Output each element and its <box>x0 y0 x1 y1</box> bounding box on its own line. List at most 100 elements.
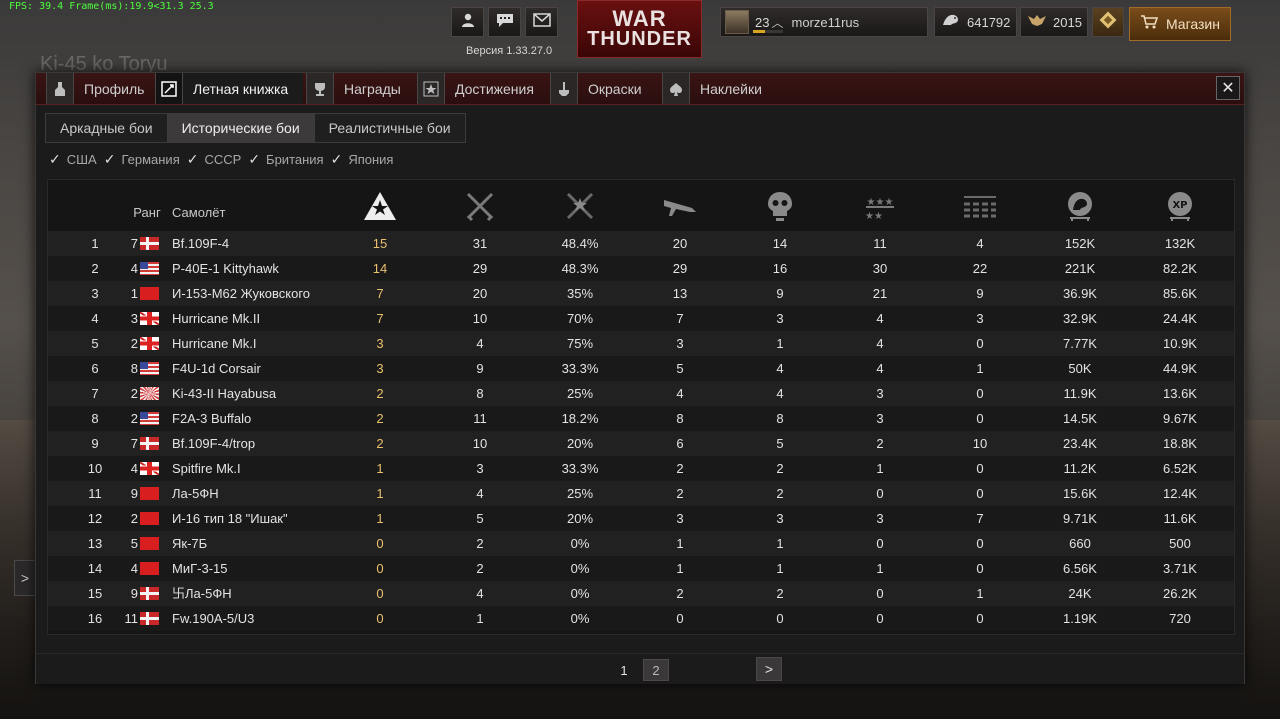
next-page-button[interactable]: > <box>756 657 782 681</box>
chat-button[interactable] <box>488 7 521 37</box>
cart-icon <box>1140 14 1159 34</box>
row-victories: 1 <box>376 511 384 526</box>
row-win-rate: 20% <box>566 436 594 451</box>
row-xp: 132K <box>1164 236 1196 251</box>
table-row[interactable]: 16 11 Fw.190A-5/U3 0 1 0% 0 0 0 0 1.19K 720 <box>48 606 1234 631</box>
row-rank: 7 <box>130 236 138 251</box>
silver-lions-icon[interactable] <box>1060 188 1100 224</box>
row-victories: 0 <box>376 586 384 601</box>
table-row[interactable]: 11 9 Ла-5ФН 1 4 25% 2 2 0 0 15.6K 12.4K <box>48 481 1234 506</box>
win-rate-icon[interactable] <box>560 188 600 224</box>
row-rank: 4 <box>130 261 138 276</box>
table-row[interactable]: 13 5 Як-7Б 0 2 0% 1 1 0 0 660 500 <box>48 531 1234 556</box>
filter-britain[interactable]: ✓ Британия <box>248 151 323 168</box>
filter-usa[interactable]: ✓ США <box>49 151 97 168</box>
ussr-flag-icon <box>140 512 159 525</box>
row-rank: 2 <box>130 511 138 526</box>
table-row[interactable]: 9 7 Bf.109F-4/trop 2 10 20% 6 5 2 10 23.4K 18.8K <box>48 431 1234 456</box>
filter-germany[interactable]: ✓ Германия <box>104 151 180 168</box>
table-row[interactable]: 4 3 Hurricane Mk.II 7 10 70% 7 3 4 3 32.9K 24.4K <box>48 306 1234 331</box>
table-row[interactable]: 2 4 P-40E-1 Kittyhawk 14 29 48.3% 29 16 30 22 221K… <box>48 256 1234 281</box>
silver-lions-balance[interactable]: 641792 <box>934 7 1017 37</box>
mode-historical[interactable]: Исторические бои <box>167 114 315 142</box>
mail-button[interactable] <box>525 7 558 37</box>
row-ground-kills: 3 <box>876 386 884 401</box>
tab-awards[interactable]: Награды <box>306 73 410 104</box>
row-air-kills: 0 <box>676 611 684 626</box>
row-battles: 3 <box>476 461 484 476</box>
premium-button[interactable] <box>1092 7 1124 37</box>
row-win-rate: 33.3% <box>561 461 599 476</box>
row-victories: 1 <box>376 461 384 476</box>
usa-flag-icon <box>140 412 159 425</box>
filter-ussr[interactable]: ✓ СССР <box>187 151 242 168</box>
row-deaths: 2 <box>776 486 784 501</box>
filter-japan[interactable]: ✓ Япония <box>331 151 394 168</box>
table-row[interactable]: 3 1 И-153-М62 Жуковского 7 20 35% 13 9 21 9 36.9K 8… <box>48 281 1234 306</box>
header-plane[interactable]: Самолёт <box>172 180 232 230</box>
row-victories: 3 <box>376 361 384 376</box>
mode-realistic[interactable]: Реалистичные бои <box>314 114 465 142</box>
checkmark-icon: ✓ <box>49 151 61 167</box>
row-air-kills: 3 <box>676 336 684 351</box>
naval-kills-icon[interactable] <box>960 188 1000 224</box>
row-rank: 9 <box>130 586 138 601</box>
air-kills-icon[interactable] <box>660 188 700 224</box>
player-profile[interactable]: 23 ︿ morze11rus <box>720 7 928 37</box>
game-mode-selector: Аркадные бои Исторические бои Реалистичн… <box>45 113 466 143</box>
row-plane-name: И-153-М62 Жуковского <box>172 286 311 301</box>
header-rank[interactable]: Ранг <box>122 180 172 230</box>
tab-profile[interactable]: Профиль <box>46 73 162 104</box>
row-battles: 29 <box>472 261 488 276</box>
table-row[interactable]: 15 9 卐Ла-5ФН 0 4 0% 2 2 0 1 24K 26.2K <box>48 581 1234 606</box>
shop-button[interactable]: Магазин <box>1129 7 1231 41</box>
row-air-kills: 2 <box>676 461 684 476</box>
row-naval-kills: 10 <box>972 436 988 451</box>
row-battles: 10 <box>472 436 488 451</box>
table-row[interactable]: 1 7 Bf.109F-4 15 31 48.4% 20 14 11 4 152K 132K <box>48 231 1234 256</box>
row-victories: 15 <box>372 236 388 251</box>
row-air-kills: 2 <box>676 586 684 601</box>
ground-kills-icon[interactable]: ★★★ ★★ <box>860 188 900 224</box>
svg-text:★★: ★★ <box>865 211 883 222</box>
table-row[interactable]: 10 4 Spitfire Mk.I 1 3 33.3% 2 2 1 0 11.2K 6.52K <box>48 456 1234 481</box>
row-ground-kills: 4 <box>876 361 884 376</box>
table-row[interactable]: 12 2 И-16 тип 18 "Ишак" 1 5 20% 3 3 3 7 9.71K 11.6K <box>48 506 1234 531</box>
row-win-rate: 25% <box>566 386 594 401</box>
row-win-rate: 25% <box>566 486 594 501</box>
table-row[interactable]: 8 2 F2A-3 Buffalo 2 11 18.2% 8 8 3 0 14.5K 9.67K <box>48 406 1234 431</box>
table-row[interactable]: 6 8 F4U-1d Corsair 3 9 33.3% 5 4 4 1 50K 44.9K <box>48 356 1234 381</box>
paint-icon <box>550 73 578 104</box>
war-thunder-logo: WAR THUNDER <box>577 0 702 58</box>
row-ground-kills: 0 <box>876 586 884 601</box>
tab-logbook[interactable]: Летная книжка <box>155 73 303 104</box>
xp-icon[interactable]: XP <box>1160 188 1200 224</box>
germany-flag-icon <box>140 612 159 625</box>
profile-icon <box>46 73 74 104</box>
logo-text-war: WAR <box>612 6 667 32</box>
side-expand-button[interactable]: > <box>14 560 36 596</box>
mode-arcade[interactable]: Аркадные бои <box>46 114 168 142</box>
trophy-icon <box>306 73 334 104</box>
checkmark-icon: ✓ <box>186 151 199 167</box>
row-win-rate: 0% <box>570 536 590 551</box>
tab-achievements[interactable]: Достижения <box>417 73 549 104</box>
tab-decals[interactable]: Наклейки <box>662 73 768 104</box>
table-row[interactable]: 5 2 Hurricane Mk.I 3 4 75% 3 1 4 0 7.77K 10.9K <box>48 331 1234 356</box>
row-silver-lions: 15.6K <box>1063 486 1097 501</box>
level-progress-bar <box>753 30 783 33</box>
page-button[interactable]: 2 <box>643 659 669 681</box>
row-deaths: 0 <box>776 611 784 626</box>
battles-icon[interactable] <box>460 188 500 224</box>
row-naval-kills: 9 <box>976 286 984 301</box>
close-button[interactable]: ✕ <box>1216 76 1240 100</box>
victories-icon[interactable] <box>360 188 400 224</box>
table-row[interactable]: 14 4 МиГ-3-15 0 2 0% 1 1 1 0 6.56K 3.71K <box>48 556 1234 581</box>
golden-eagles-balance[interactable]: 2015 <box>1020 7 1088 37</box>
friends-button[interactable] <box>451 7 484 37</box>
row-rank: 1 <box>130 286 138 301</box>
table-row[interactable]: 7 2 Ki-43-II Hayabusa 2 8 25% 4 4 3 0 11.9K 13.6K <box>48 381 1234 406</box>
tab-skins[interactable]: Окраски <box>550 73 650 104</box>
row-victories: 0 <box>376 561 384 576</box>
deaths-icon[interactable] <box>760 188 800 224</box>
